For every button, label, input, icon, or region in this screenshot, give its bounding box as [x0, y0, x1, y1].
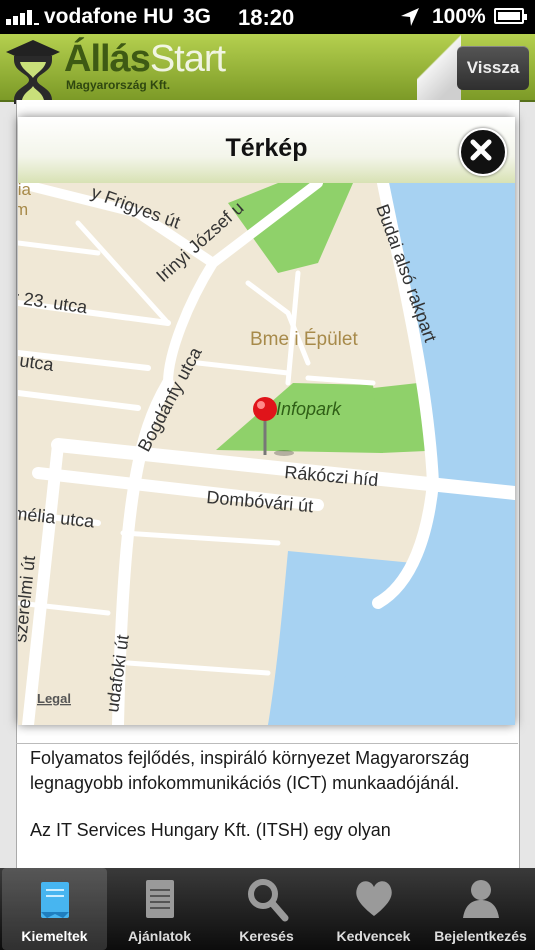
- job-description: Folyamatos fejlődés, inspiráló környezet…: [30, 746, 500, 865]
- tab-bejelentkezes[interactable]: Bejelentkezés: [428, 868, 533, 950]
- description-paragraph: Folyamatos fejlődés, inspiráló környezet…: [30, 748, 470, 793]
- tab-label: Kiemeltek: [21, 928, 88, 944]
- brand-logo: ÁllásStart: [64, 38, 226, 80]
- tab-ajanlatok[interactable]: Ajánlatok: [107, 868, 212, 950]
- location-arrow-icon: [401, 8, 419, 26]
- tab-label: Ajánlatok: [127, 928, 191, 944]
- tab-kedvencek[interactable]: Kedvencek: [321, 868, 426, 950]
- svg-text:Bme i Épület: Bme i Épület: [250, 329, 358, 350]
- modal-header: Térkép: [18, 117, 515, 183]
- map-modal: Térkép ia m y Frigyes út Irinyi József u…: [18, 117, 515, 725]
- status-bar: vodafone HU 3G 18:20 100%: [0, 0, 535, 34]
- tab-kiemeltek[interactable]: Kiemeltek: [2, 868, 107, 950]
- signal-strength-icon: [6, 9, 40, 25]
- search-icon: [247, 879, 288, 922]
- battery-icon: [494, 8, 527, 24]
- svg-text:lia: lia: [18, 183, 32, 199]
- tab-label: Keresés: [239, 928, 294, 944]
- legal-link[interactable]: Legal: [37, 691, 71, 706]
- clock: 18:20: [238, 5, 295, 30]
- brand-subtitle: Magyarország Kft.: [66, 78, 171, 92]
- nav-bar: ÁllásStart Magyarország Kft. Vissza: [0, 34, 535, 104]
- description-paragraph: Az IT Services Hungary Kft. (ITSH) egy o…: [30, 820, 391, 840]
- carrier-name: vodafone HU: [44, 5, 174, 28]
- svg-text:Infopark: Infopark: [276, 399, 342, 419]
- bookmark-icon: [40, 882, 69, 918]
- back-button[interactable]: Vissza: [457, 46, 529, 90]
- close-icon: [470, 139, 492, 161]
- divider: [16, 743, 518, 744]
- battery-percent: 100%: [432, 5, 486, 28]
- page-curl: [417, 34, 461, 100]
- tab-label: Bejelentkezés: [434, 928, 527, 944]
- network-type: 3G: [183, 5, 212, 28]
- heart-icon: [355, 881, 392, 916]
- notepad-icon: [145, 880, 174, 918]
- tab-bar: Kiemeltek Ajánlatok Keresés Kedvencek Be…: [0, 868, 535, 950]
- user-icon: [462, 880, 499, 918]
- tab-kereses[interactable]: Keresés: [214, 868, 319, 950]
- modal-title: Térkép: [225, 134, 308, 162]
- svg-text:m: m: [18, 200, 28, 219]
- map-canvas[interactable]: lia m y Frigyes út Irinyi József u Budai…: [18, 183, 515, 725]
- map-view[interactable]: lia m y Frigyes út Irinyi József u Budai…: [18, 183, 515, 725]
- close-button[interactable]: [459, 128, 507, 176]
- tab-label: Kedvencek: [336, 928, 411, 944]
